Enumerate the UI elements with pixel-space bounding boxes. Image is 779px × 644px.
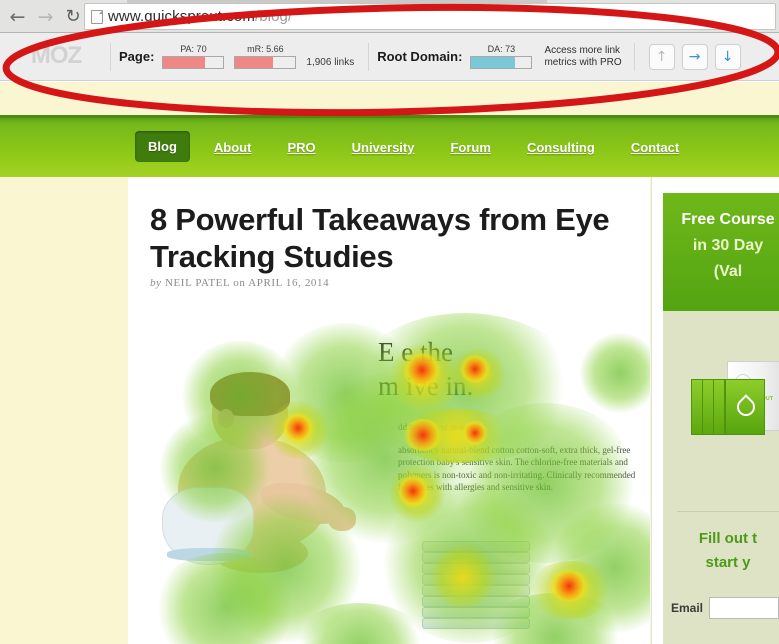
address-bar[interactable]: www.quicksprout.com/blog/ <box>84 3 776 30</box>
mr-bar-track <box>234 56 297 69</box>
url-text: www.quicksprout.com/blog/ <box>108 8 292 25</box>
browser-window: Blog About PRO University Forum Consulti… <box>0 0 779 644</box>
url-path: /blog/ <box>254 8 293 25</box>
site-navigation-bar: Blog About PRO University Forum Consulti… <box>0 115 779 177</box>
pro-note-line-1: Access more link <box>544 44 621 56</box>
back-arrow-icon[interactable]: ← <box>8 7 27 27</box>
email-form-row: Email <box>671 597 779 619</box>
eye-tracking-heatmap-figure: E e the m ive in. dd the als and moistur… <box>150 313 650 644</box>
ad-subline: dd the als and moisture <box>398 422 482 432</box>
ad-paragraph: absorbency natural-blend cotton cotton-s… <box>398 444 636 493</box>
pa-bar-fill <box>163 57 206 68</box>
baby-hand <box>328 507 356 531</box>
baby-ear <box>218 409 234 428</box>
email-label: Email <box>671 601 704 615</box>
page-metrics-label: Page: <box>119 49 155 64</box>
mr-metric[interactable]: mR: 5.66 <box>234 44 297 69</box>
article-content-area: 8 Powerful Takeaways from Eye Tracking S… <box>128 177 650 644</box>
page-document-icon <box>91 9 103 24</box>
nav-item-consulting[interactable]: Consulting <box>527 140 595 155</box>
da-metric[interactable]: DA: 73 <box>470 44 533 69</box>
pa-bar-track <box>162 56 225 69</box>
leaf-icon <box>733 394 759 420</box>
url-host: www.quicksprout.com <box>108 8 255 25</box>
page-metrics-group: Page: PA: 70 mR: 5.66 1,906 links <box>119 44 354 69</box>
article-byline: by NEIL PATEL on APRIL 16, 2014 <box>150 277 329 289</box>
moz-logo: MOZ <box>30 41 82 69</box>
diaper-stack <box>422 541 532 639</box>
product-box-image: QUICKSPROUT <box>689 355 779 455</box>
diaper-band <box>167 548 251 561</box>
mr-bar-fill <box>235 57 273 68</box>
promo-signup-panel: QUICKSPROUT Fill out t start y Email <box>663 311 779 644</box>
da-bar-fill <box>471 57 516 68</box>
links-count: 1,906 links <box>306 57 355 68</box>
product-leaf-box <box>725 379 765 435</box>
root-domain-metrics-group: Root Domain: DA: 73 Access more link met… <box>377 44 622 69</box>
ad-body-copy: dd the als and moisture absorbency natur… <box>398 421 638 494</box>
sidebar: Free Course in 30 Day (Val QUICKSPROUT <box>651 177 779 644</box>
divider <box>110 42 111 71</box>
pro-upsell-note[interactable]: Access more link metrics with PRO <box>544 45 621 69</box>
nav-item-contact[interactable]: Contact <box>631 140 679 155</box>
nav-item-pro[interactable]: PRO <box>287 140 315 155</box>
promo-line-2: in 30 Day <box>692 237 764 254</box>
product-spine-3 <box>713 379 725 435</box>
nav-item-blog[interactable]: Blog <box>135 131 190 162</box>
forward-arrow-icon[interactable]: → <box>36 7 55 27</box>
promo-line-1: Free Course <box>681 211 775 228</box>
right-arrow-button[interactable]: → <box>681 43 708 70</box>
root-domain-label: Root Domain: <box>377 49 463 64</box>
promo-banner[interactable]: Free Course in 30 Day (Val <box>663 193 779 311</box>
up-arrow-button[interactable]: ↑ <box>648 43 675 70</box>
reload-icon[interactable]: ↻ <box>64 8 82 26</box>
da-label: DA: 73 <box>487 44 516 54</box>
ad-headline: E e the m ive in. <box>378 337 474 401</box>
divider <box>633 42 635 71</box>
byline-prefix: by <box>150 277 165 289</box>
pa-label: PA: 70 <box>180 44 207 54</box>
nav-item-forum[interactable]: Forum <box>450 140 490 155</box>
mr-label: mR: 5.66 <box>247 44 284 54</box>
nav-item-university[interactable]: University <box>352 140 415 155</box>
divider <box>368 42 370 71</box>
mozbar-action-buttons: ↑ → ↓ <box>648 43 741 70</box>
promo-line-3: (Val <box>713 263 743 280</box>
pro-note-line-2: metrics with PRO <box>544 56 622 68</box>
browser-chrome: ← → ↻ www.quicksprout.com/blog/ <box>0 0 779 33</box>
da-bar-track <box>470 56 533 69</box>
down-arrow-button[interactable]: ↓ <box>714 43 741 70</box>
email-input[interactable] <box>709 597 779 619</box>
cta-line-1: Fill out t <box>698 530 758 547</box>
divider <box>677 511 779 512</box>
nav-item-about[interactable]: About <box>214 140 252 155</box>
page-title: 8 Powerful Takeaways from Eye Tracking S… <box>150 202 610 274</box>
byline-author-date: NEIL PATEL on APRIL 16, 2014 <box>164 277 330 289</box>
mozbar-toolbar[interactable]: MOZ Page: PA: 70 mR: 5.66 1,906 links Ro… <box>0 33 779 81</box>
pa-metric[interactable]: PA: 70 <box>162 44 225 69</box>
baby-diaper <box>162 487 254 565</box>
signup-cta: Fill out t start y <box>663 527 779 575</box>
cta-line-2: start y <box>705 554 751 571</box>
baby-photo <box>160 372 360 590</box>
